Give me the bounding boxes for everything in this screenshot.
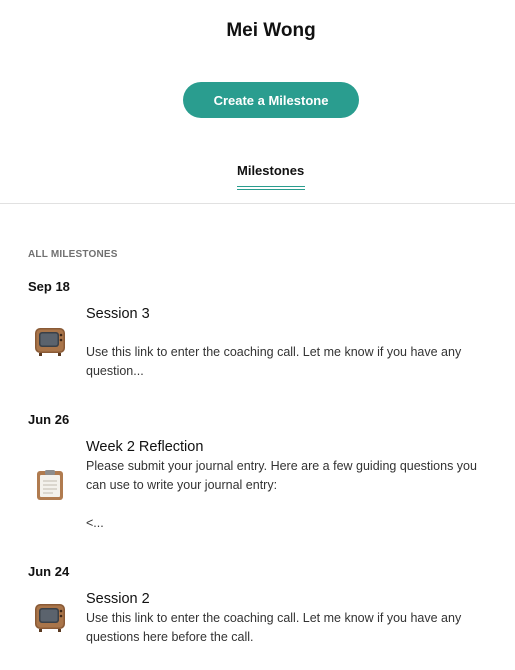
section-heading: ALL MILESTONES xyxy=(28,249,118,260)
tab-active-indicator xyxy=(237,186,305,190)
tab-milestones[interactable]: Milestones xyxy=(237,163,304,178)
milestone-date: Jun 26 xyxy=(28,412,70,427)
milestone-description: Please submit your journal entry. Here a… xyxy=(86,459,477,530)
milestone-title[interactable]: Week 2 Reflection xyxy=(86,439,203,455)
create-milestone-button[interactable]: Create a Milestone xyxy=(183,82,359,118)
milestone-date: Sep 18 xyxy=(28,279,70,294)
client-name: Mei Wong xyxy=(226,20,316,41)
divider xyxy=(0,203,515,204)
milestone-date: Jun 24 xyxy=(28,564,70,579)
milestone-title[interactable]: Session 3 xyxy=(86,306,150,322)
milestone-description: Use this link to enter the coaching call… xyxy=(86,611,462,644)
milestone-description: Use this link to enter the coaching call… xyxy=(86,345,462,378)
milestones-page: Mei Wong Create a Milestone Milestones A… xyxy=(0,0,515,670)
clipboard-icon xyxy=(34,469,66,501)
television-icon xyxy=(34,602,66,634)
milestone-title[interactable]: Session 2 xyxy=(86,591,150,607)
television-icon xyxy=(34,326,66,358)
